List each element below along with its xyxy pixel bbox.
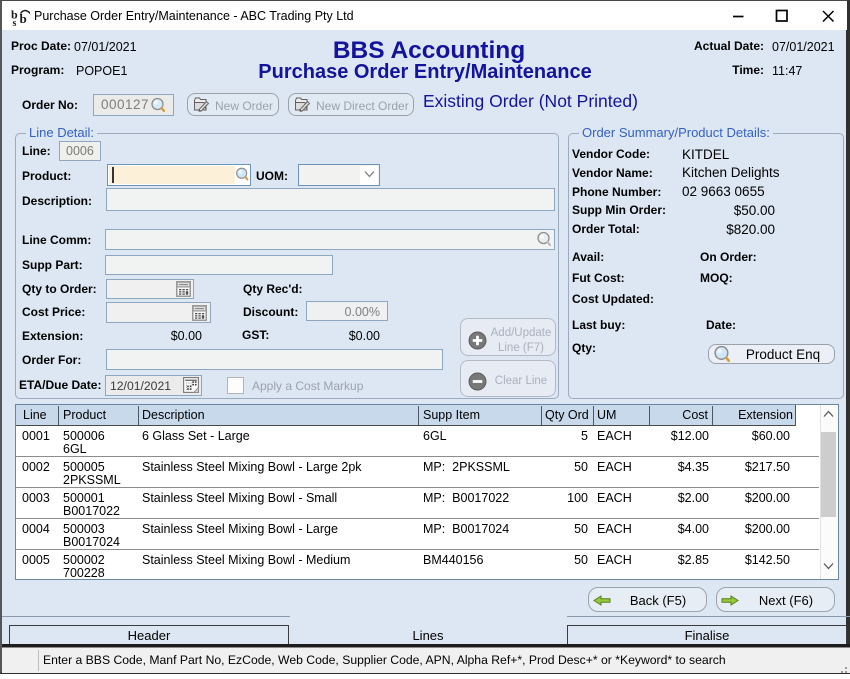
svg-text:s: s xyxy=(13,18,17,26)
